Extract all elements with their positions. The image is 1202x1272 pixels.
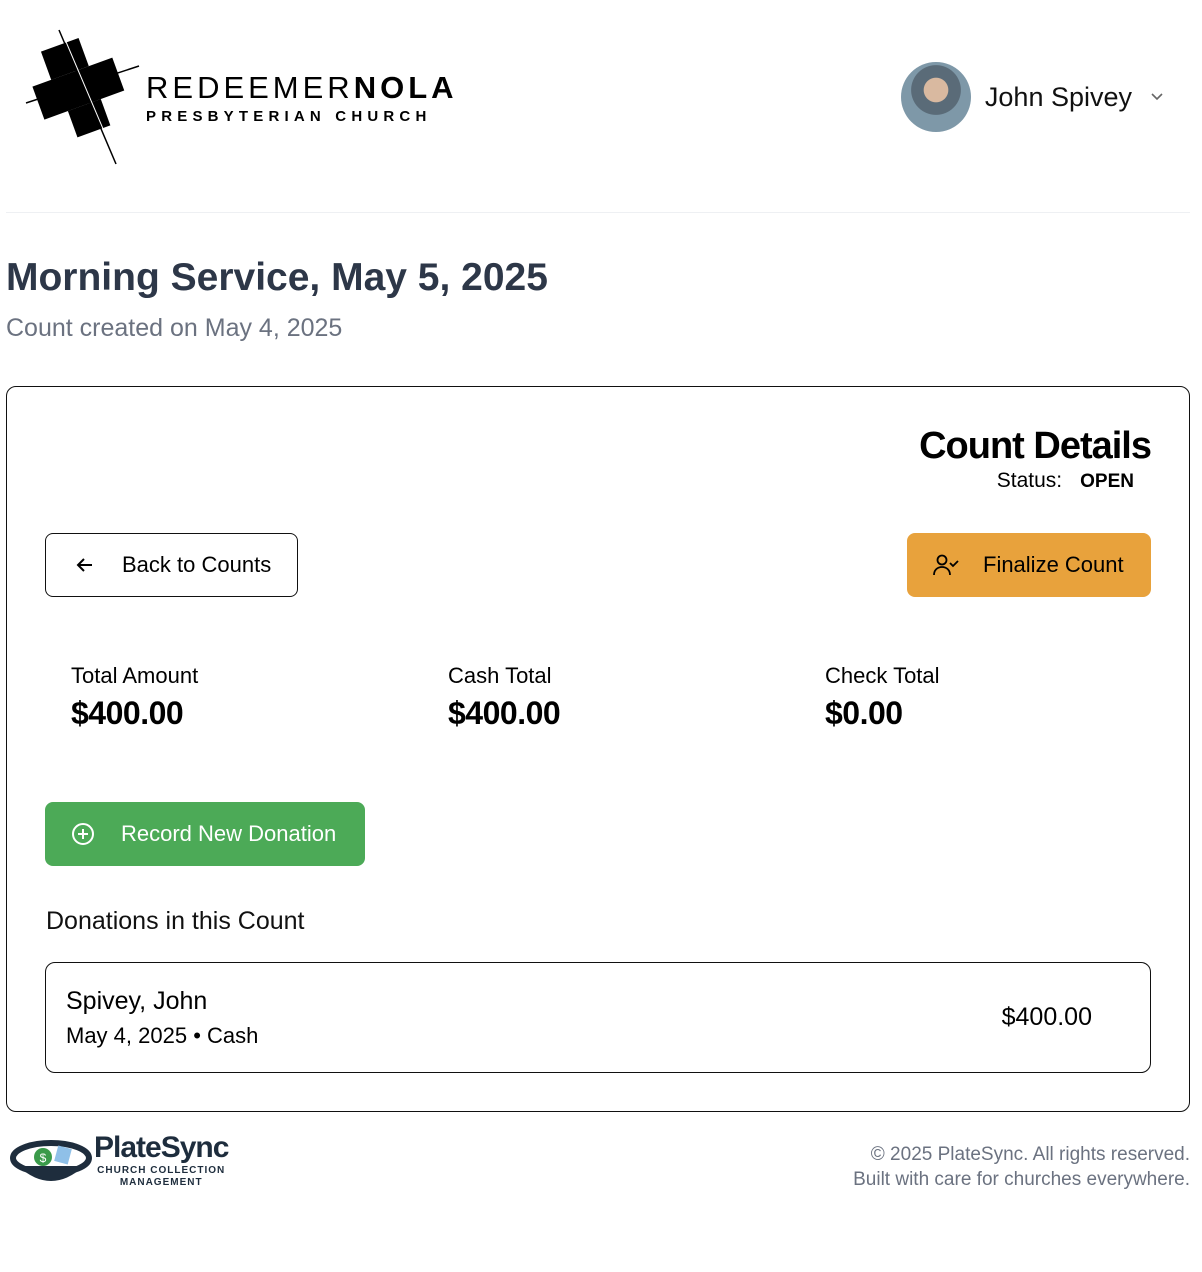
stat-label: Check Total bbox=[825, 663, 940, 688]
platesync-tagline-2: MANAGEMENT bbox=[119, 1177, 203, 1188]
footer-text: © 2025 PlateSync. All rights reserved. B… bbox=[853, 1142, 1190, 1192]
svg-text:$: $ bbox=[40, 1151, 47, 1165]
platesync-tagline-1: CHURCH COLLECTION bbox=[97, 1165, 226, 1176]
user-name[interactable]: John Spivey bbox=[985, 82, 1132, 113]
stat-check-total: Check Total $0.00 bbox=[825, 663, 940, 732]
stat-label: Cash Total bbox=[448, 663, 552, 688]
status-label: Status: bbox=[996, 469, 1063, 492]
avatar[interactable] bbox=[900, 62, 971, 132]
finalize-label: Finalize Count bbox=[983, 552, 1124, 577]
copyright: © 2025 PlateSync. All rights reserved. bbox=[870, 1144, 1190, 1165]
footer-tagline: Built with care for churches everywhere. bbox=[853, 1169, 1190, 1190]
status-badge: OPEN bbox=[1080, 471, 1134, 492]
stat-total-amount: Total Amount $400.00 bbox=[71, 663, 198, 732]
plate-money-icon: $ bbox=[10, 1140, 92, 1181]
stat-value: $0.00 bbox=[825, 695, 903, 731]
donations-heading: Donations in this Count bbox=[46, 907, 305, 935]
donor-name: Spivey, John bbox=[66, 987, 208, 1015]
donation-amount: $400.00 bbox=[1001, 1003, 1092, 1031]
record-label: Record New Donation bbox=[121, 821, 337, 846]
platesync-brand: PlateSync bbox=[94, 1131, 229, 1164]
record-new-donation-button[interactable]: Record New Donation bbox=[45, 802, 365, 866]
chevron-down-icon[interactable] bbox=[1150, 90, 1164, 104]
back-label: Back to Counts bbox=[122, 552, 272, 577]
church-logo-mark-icon bbox=[25, 29, 140, 165]
plus-circle-icon bbox=[72, 823, 94, 845]
donation-list-item[interactable]: Spivey, John May 4, 2025 • Cash $400.00 bbox=[45, 962, 1151, 1073]
user-menu[interactable]: John Spivey bbox=[900, 62, 1164, 132]
donation-meta: May 4, 2025 • Cash bbox=[66, 1023, 259, 1048]
platesync-logo: $ PlateSync CHURCH COLLECTION MANAGEMENT bbox=[8, 1130, 229, 1190]
finalize-count-button[interactable]: Finalize Count bbox=[907, 533, 1151, 597]
user-check-icon bbox=[933, 554, 959, 576]
logo-subtitle: PRESBYTERIAN CHURCH bbox=[146, 107, 432, 125]
status-line: Status: OPEN bbox=[997, 469, 1134, 493]
count-details-title: Count Details bbox=[919, 425, 1152, 467]
count-details-card: Count Details Status: OPEN Back to Counts… bbox=[6, 386, 1190, 1112]
logo-text-redeemer: REDEEMER bbox=[146, 69, 354, 105]
church-logo[interactable]: REDEEMERNOLA PRESBYTERIAN CHURCH bbox=[24, 28, 458, 166]
logo-text-nola: NOLA bbox=[353, 69, 458, 105]
stat-label: Total Amount bbox=[71, 663, 199, 688]
page-title: Morning Service, May 5, 2025 bbox=[6, 256, 548, 299]
page-subtitle: Count created on May 4, 2025 bbox=[6, 314, 343, 342]
stat-cash-total: Cash Total $400.00 bbox=[448, 663, 561, 732]
stat-value: $400.00 bbox=[448, 695, 561, 731]
stat-value: $400.00 bbox=[71, 695, 184, 731]
back-to-counts-button[interactable]: Back to Counts bbox=[45, 533, 298, 597]
header: REDEEMERNOLA PRESBYTERIAN CHURCH John Sp… bbox=[6, 0, 1190, 213]
arrow-left-icon bbox=[76, 558, 92, 572]
